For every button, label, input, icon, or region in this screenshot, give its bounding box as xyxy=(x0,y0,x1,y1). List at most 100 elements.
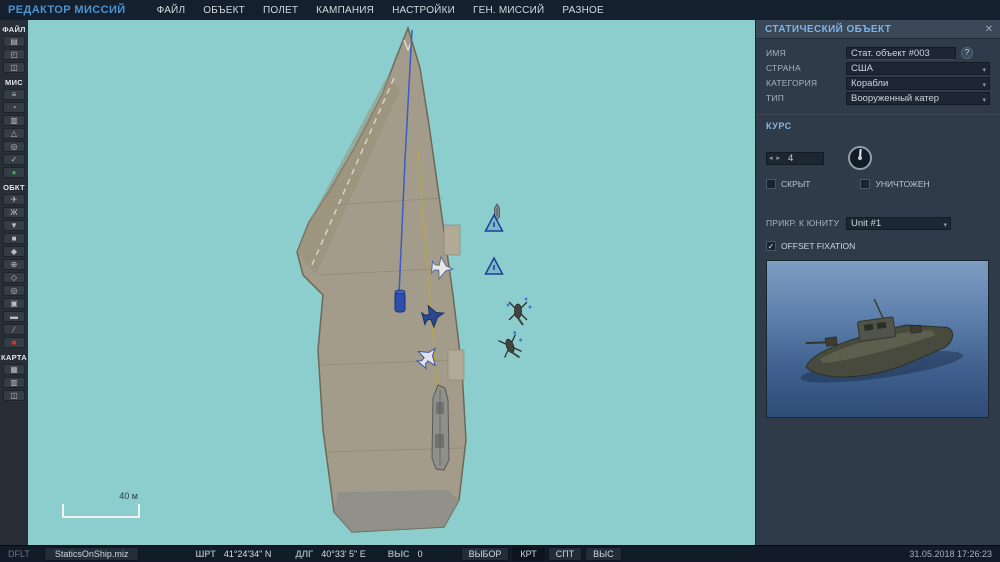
chevron-down-icon: ▾ xyxy=(982,66,986,74)
measure-icon[interactable]: ∕ xyxy=(3,324,25,335)
map-toggle-button[interactable]: КРТ xyxy=(512,547,545,561)
new-mission-icon[interactable]: ▤ xyxy=(3,36,25,47)
type-row: ТИП Вооруженный катер ▾ xyxy=(766,91,990,105)
menu-settings[interactable]: НАСТРОЙКИ xyxy=(392,5,455,16)
weather-icon[interactable]: ◔ xyxy=(3,102,25,113)
delete-object-icon[interactable]: ■ xyxy=(3,337,25,348)
link-unit-label: ПРИКР. К ЮНИТУ xyxy=(766,218,840,228)
name-input[interactable] xyxy=(846,46,956,60)
country-label: СТРАНА xyxy=(766,63,801,73)
triggers-icon[interactable]: △ xyxy=(3,128,25,139)
briefing-icon[interactable]: ▥ xyxy=(3,115,25,126)
save-mission-icon[interactable]: ◫ xyxy=(3,62,25,73)
template-icon[interactable]: ▣ xyxy=(3,298,25,309)
select-mode-button[interactable]: ВЫБОР xyxy=(460,547,510,561)
link-unit-select[interactable]: Unit #1 ▾ xyxy=(846,216,951,230)
country-value: США xyxy=(851,62,873,74)
static-object-icon[interactable]: ◆ xyxy=(3,246,25,257)
chevron-down-icon: ▾ xyxy=(943,221,947,229)
close-icon[interactable]: ✕ xyxy=(985,24,993,35)
start-mission-icon[interactable]: ● xyxy=(3,167,25,178)
type-select[interactable]: Вооруженный катер ▾ xyxy=(846,91,990,105)
hidden-checkbox[interactable] xyxy=(766,179,776,189)
mode-indicator[interactable]: DFLT xyxy=(8,549,30,559)
static-object-panel: СТАТИЧЕСКИЙ ОБЪЕКТ ✕ ИМЯ ? СТРАНА США ▾ … xyxy=(755,20,1000,545)
airfield-icon[interactable]: ⊕ xyxy=(3,259,25,270)
menu-flight[interactable]: ПОЛЕТ xyxy=(263,5,298,16)
map-info-icon[interactable]: ◫ xyxy=(3,390,25,401)
longitude-value: 40°33' 5" E xyxy=(321,549,366,559)
mission-file-button[interactable]: StaticsOnShip.miz xyxy=(43,547,140,561)
offset-fixation-row: ✓ OFFSET FIXATION xyxy=(766,241,990,251)
open-mission-icon[interactable]: ◰ xyxy=(3,49,25,60)
aircraft-icon[interactable]: ✈ xyxy=(3,194,25,205)
elevation-toggle-button[interactable]: ВЫС xyxy=(585,547,622,561)
selected-static-object-marker[interactable] xyxy=(394,289,406,313)
longitude-label: ДЛГ xyxy=(295,549,314,559)
label-icon[interactable]: ▬ xyxy=(3,311,25,322)
country-row: СТРАНА США ▾ xyxy=(766,61,990,75)
object-preview xyxy=(766,260,989,418)
app-title: РЕДАКТОР МИССИЙ xyxy=(8,4,126,16)
datetime-display: 31.05.2018 17:26:23 xyxy=(909,549,992,559)
map-viewport[interactable]: 40 м xyxy=(28,20,755,545)
latitude-value: 41°24'34" N xyxy=(223,549,272,559)
course-row: ◂ ▸ 4 xyxy=(766,146,990,170)
map-scale-bar: 40 м xyxy=(62,491,140,518)
panel-header: СТАТИЧЕСКИЙ ОБЪЕКТ ✕ xyxy=(756,20,1000,39)
latitude-label: ШРТ xyxy=(195,549,216,559)
map-layers-icon[interactable]: ▦ xyxy=(3,364,25,375)
type-label: ТИП xyxy=(766,93,785,103)
zone-icon[interactable]: ◎ xyxy=(3,285,25,296)
type-value: Вооруженный катер xyxy=(851,92,940,104)
altitude-value: 0 xyxy=(417,549,423,559)
heading-dial[interactable] xyxy=(848,146,872,170)
menu-file[interactable]: ФАЙЛ xyxy=(157,5,186,16)
helicopter-unit-2[interactable] xyxy=(497,330,527,363)
toolbar-group-label: ОБКТ xyxy=(3,183,25,192)
map-canvas[interactable] xyxy=(28,20,755,545)
check-mission-icon[interactable]: ✓ xyxy=(3,154,25,165)
rules-icon[interactable]: ◎ xyxy=(3,141,25,152)
destroyed-checkbox[interactable] xyxy=(860,179,871,189)
name-label: ИМЯ xyxy=(766,48,786,58)
warning-triangle-icon-2[interactable] xyxy=(484,256,504,275)
moored-ship[interactable] xyxy=(431,384,450,471)
warning-triangle-icon-1[interactable] xyxy=(484,213,504,232)
increment-icon[interactable]: ▸ xyxy=(775,154,783,162)
mission-list-icon[interactable]: ≡ xyxy=(3,89,25,100)
menu-campaign[interactable]: КАМПАНИЯ xyxy=(316,5,374,16)
map-grid-icon[interactable]: ▥ xyxy=(3,377,25,388)
dial-center-icon xyxy=(858,156,862,160)
chevron-down-icon: ▾ xyxy=(982,81,986,89)
category-label: КАТЕГОРИЯ xyxy=(766,78,818,88)
hidden-label: СКРЫТ xyxy=(781,179,811,189)
toolbar-group-label: МИС xyxy=(5,78,23,87)
flags-row: СКРЫТ УНИЧТОЖЕН xyxy=(766,179,990,189)
vehicle-icon[interactable]: ■ xyxy=(3,233,25,244)
menu-object[interactable]: ОБЪЕКТ xyxy=(203,5,245,16)
menu-mission-gen[interactable]: ГЕН. МИССИЙ xyxy=(473,5,544,16)
route-icon[interactable]: ◇ xyxy=(3,272,25,283)
satellite-toggle-button[interactable]: СПТ xyxy=(547,547,583,561)
menu-misc[interactable]: РАЗНОЕ xyxy=(562,5,603,16)
ship-icon[interactable]: ▼ xyxy=(3,220,25,231)
course-section-label: КУРС xyxy=(766,121,792,131)
category-row: КАТЕГОРИЯ Корабли ▾ xyxy=(766,76,990,90)
course-spinner[interactable]: ◂ ▸ 4 xyxy=(766,151,824,165)
category-select[interactable]: Корабли ▾ xyxy=(846,76,990,90)
help-icon[interactable]: ? xyxy=(961,47,973,59)
status-bar: DFLT StaticsOnShip.miz ШРТ 41°24'34" N Д… xyxy=(0,545,1000,562)
toolbar-group-label: КАРТА xyxy=(1,353,27,362)
destroyed-label: УНИЧТОЖЕН xyxy=(875,179,930,189)
offset-fixation-checkbox[interactable]: ✓ xyxy=(766,241,776,251)
name-row: ИМЯ ? xyxy=(766,46,990,60)
helicopter-unit-1[interactable] xyxy=(506,297,532,326)
offset-fixation-label: OFFSET FIXATION xyxy=(781,241,856,251)
chevron-down-icon: ▾ xyxy=(982,96,986,104)
decrement-icon[interactable]: ◂ xyxy=(767,154,775,162)
country-select[interactable]: США ▾ xyxy=(846,61,990,75)
helicopter-icon[interactable]: Ж xyxy=(3,207,25,218)
divider xyxy=(756,114,1000,115)
altitude-label: ВЫС xyxy=(387,549,410,559)
